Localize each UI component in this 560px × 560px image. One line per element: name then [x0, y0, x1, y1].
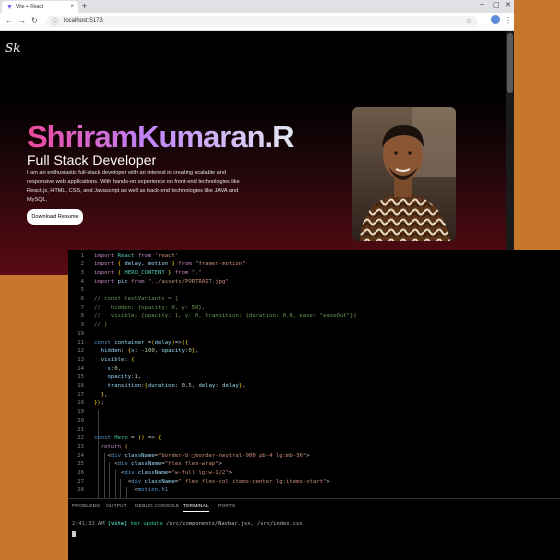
- line-number: 19: [77, 409, 84, 416]
- tab-debug-console[interactable]: DEBUG CONSOLE: [135, 504, 179, 509]
- kebab-menu-icon[interactable]: ⋮: [504, 16, 512, 25]
- code-area[interactable]: 1 import React from 'react' 2 import { dela…: [68, 250, 560, 498]
- line-number: 3: [80, 269, 84, 276]
- site-logo[interactable]: Sk: [5, 41, 21, 55]
- hero-role: Full Stack Developer: [27, 152, 157, 168]
- hero-name: ShriramKumaran.R: [27, 119, 295, 154]
- code-text: x:0,: [107, 365, 121, 372]
- line-number: 8: [80, 313, 84, 320]
- browser-window: ▼ Vite + React × + – ▢ ✕ ← → ↻ ⓘ localho…: [0, 0, 514, 275]
- profile-avatar[interactable]: [491, 15, 500, 24]
- tab-output[interactable]: OUTPUT: [106, 504, 127, 509]
- line-number: 11: [77, 339, 84, 346]
- scrollbar-thumb[interactable]: [507, 33, 513, 93]
- line-number: 9: [80, 322, 84, 329]
- line-number: 18: [77, 400, 84, 407]
- code-text: import { HERO_CONTENT } from ".": [94, 269, 202, 276]
- code-text: return (: [100, 443, 128, 450]
- line-number: 23: [77, 443, 84, 450]
- line-number: 2: [80, 261, 84, 268]
- line-number: 21: [77, 426, 84, 433]
- maximize-icon[interactable]: ▢: [493, 1, 500, 9]
- code-text: <div className=" flex flex-col items-cen…: [127, 478, 330, 485]
- line-number: 27: [77, 478, 84, 485]
- line-number: 17: [77, 391, 84, 398]
- code-text: <div className="w-full lg:w-1/2">: [120, 470, 233, 476]
- code-text: <div className="border-b ▢border-neutral…: [107, 452, 310, 459]
- code-text: // const textVariants = {: [94, 296, 179, 302]
- vite-favicon-icon: ▼: [6, 3, 13, 11]
- code-text: import React from 'react': [94, 252, 179, 259]
- terminal-event: hmr update: [130, 521, 163, 527]
- line-number: 14: [77, 365, 84, 372]
- code-text: visible: {: [100, 356, 135, 363]
- line-number: 15: [77, 374, 84, 381]
- code-text: opacity:1,: [107, 374, 142, 381]
- minimize-icon[interactable]: –: [480, 1, 484, 8]
- terminal-paths: /src/components/Navbar.jsx, /src/index.c…: [166, 521, 303, 527]
- terminal-output-line: 2:41:32 AM [vite] hmr update /src/compon…: [72, 521, 302, 527]
- line-number: 22: [77, 435, 84, 442]
- close-window-icon[interactable]: ✕: [505, 1, 511, 9]
- browser-tab-bar: ▼ Vite + React × + – ▢ ✕: [0, 0, 514, 13]
- code-text: const Hero = () => {: [94, 435, 162, 442]
- reload-icon[interactable]: ↻: [31, 16, 38, 26]
- bottom-panel: PROBLEMS OUTPUT DEBUG CONSOLE TERMINAL P…: [68, 498, 560, 560]
- code-text: import { delay, motion } from "framer-mo…: [94, 261, 246, 268]
- hero-description: I am an enthusiastic full-stack develope…: [27, 170, 240, 203]
- line-number: 25: [77, 461, 84, 468]
- tab-ports[interactable]: PORTS: [218, 504, 235, 509]
- code-text: <div className="flex flex-wrap">: [114, 461, 223, 468]
- line-number: 10: [77, 330, 84, 337]
- line-number: 5: [80, 287, 84, 294]
- download-resume-button[interactable]: Download Resume: [27, 209, 83, 225]
- line-number: 26: [77, 470, 84, 476]
- tab-title: Vite + React: [16, 4, 44, 10]
- code-text: <motion.h1: [134, 487, 169, 494]
- line-number: 12: [77, 348, 84, 355]
- back-arrow-icon[interactable]: ←: [5, 16, 13, 26]
- terminal-vite-tag: [vite]: [107, 521, 128, 527]
- code-text: // }: [94, 322, 108, 329]
- portfolio-page: Sk ShriramKumaran.R Full Stack Developer…: [0, 31, 514, 275]
- code-text: // hidden: {opacity: 0, y: 50},: [94, 304, 206, 311]
- tab-terminal[interactable]: TERMINAL: [183, 504, 209, 512]
- new-tab-icon[interactable]: +: [82, 1, 87, 12]
- code-text: hidden: {x: -100, opacity:0},: [100, 348, 199, 355]
- page-scrollbar[interactable]: [506, 31, 514, 275]
- code-text: transition:{duration: 0.5, delay: delay}…: [107, 383, 246, 389]
- line-number: 16: [77, 383, 84, 389]
- star-icon[interactable]: ☆: [466, 17, 472, 25]
- url-text[interactable]: localhost:5173: [64, 18, 103, 24]
- line-number: 7: [80, 304, 84, 311]
- line-number: 1: [80, 252, 84, 259]
- tab-close-icon[interactable]: ×: [70, 4, 74, 10]
- code-text: });: [94, 400, 105, 407]
- line-number: 20: [77, 417, 84, 424]
- browser-toolbar: ← → ↻ ⓘ localhost:5173 ☆ ⋮: [0, 13, 514, 31]
- line-number: 24: [77, 452, 84, 459]
- line-number: 28: [77, 487, 84, 494]
- terminal-cursor: [72, 531, 76, 537]
- address-bar[interactable]: ⓘ localhost:5173 ☆: [46, 16, 478, 27]
- tab-problems[interactable]: PROBLEMS: [72, 504, 100, 509]
- code-text: // visible: {opacity: 1, y: 0, transitio…: [94, 313, 357, 320]
- line-number: 6: [80, 296, 84, 302]
- portrait-photo: [352, 107, 456, 241]
- browser-tab[interactable]: ▼ Vite + React ×: [2, 1, 78, 13]
- line-number: 4: [80, 278, 84, 285]
- site-info-icon[interactable]: ⓘ: [52, 17, 58, 26]
- terminal-time: 2:41:32 AM: [72, 521, 105, 527]
- code-text: import pic from "../assets/PORTRAIT.jpg": [94, 278, 229, 285]
- portrait-illustration: [352, 107, 456, 241]
- forward-arrow-icon[interactable]: →: [18, 16, 26, 26]
- code-text: },: [100, 391, 108, 398]
- code-editor-window: 1 import React from 'react' 2 import { dela…: [68, 250, 560, 560]
- line-number: 13: [77, 356, 84, 363]
- code-text: const container =(delay)=>({: [94, 339, 189, 346]
